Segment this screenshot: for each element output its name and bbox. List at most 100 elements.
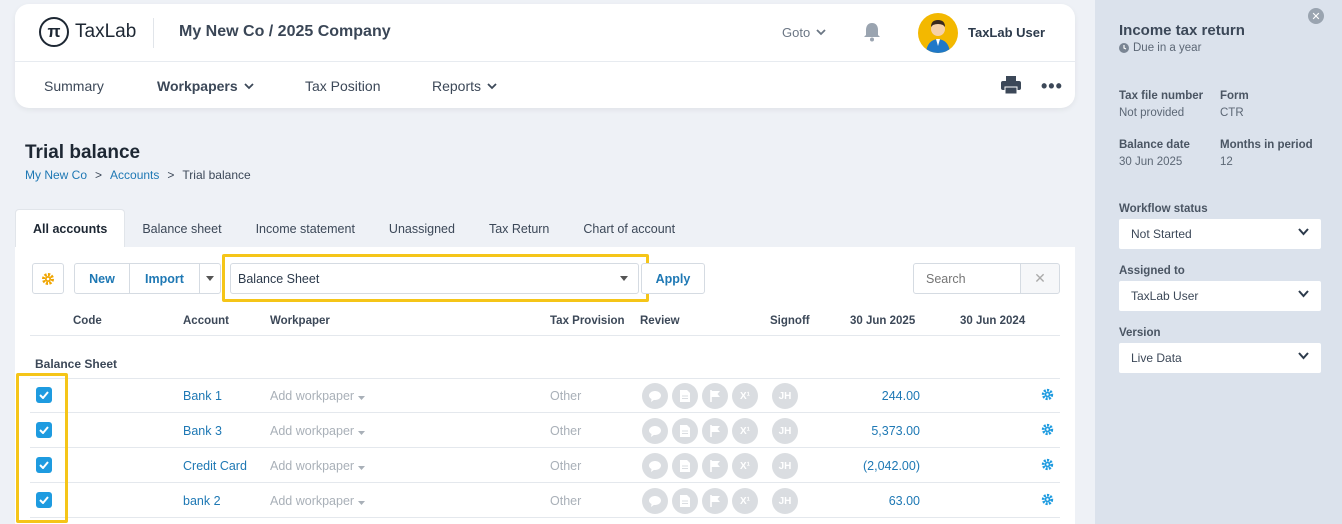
tax-icon[interactable]: X¹ [732,418,758,444]
signoff-badge[interactable]: JH [772,488,798,514]
tax-provision[interactable]: Other [550,389,581,403]
document-icon[interactable] [672,418,698,444]
column-header-workpaper[interactable]: Workpaper [270,315,330,327]
document-icon[interactable] [672,383,698,409]
tab-chart-of-account[interactable]: Chart of account [566,209,692,248]
add-workpaper-label: Add workpaper [270,459,355,473]
account-link[interactable]: Credit Card [183,459,247,473]
tax-icon[interactable]: X¹ [732,453,758,479]
breadcrumb-company[interactable]: My New Co [25,168,87,182]
search-input[interactable] [913,263,1021,294]
comment-icon[interactable] [642,383,668,409]
breadcrumb-accounts[interactable]: Accounts [110,168,159,182]
amount-current-year[interactable]: 63.00 [889,494,920,508]
comment-icon[interactable] [642,488,668,514]
amount-current-year[interactable]: 244.00 [882,389,920,403]
more-options-icon[interactable]: ••• [1041,76,1063,97]
nav-summary[interactable]: Summary [44,78,104,94]
clock-icon [1119,43,1129,53]
gear-icon[interactable] [1041,493,1054,511]
app-logo[interactable]: π TaxLab [39,17,136,47]
username[interactable]: TaxLab User [968,25,1045,40]
goto-menu[interactable]: Goto [782,25,826,40]
add-workpaper-dropdown[interactable]: Add workpaper [270,494,366,508]
add-workpaper-dropdown[interactable]: Add workpaper [270,389,366,403]
new-button[interactable]: New [74,263,130,294]
signoff-badge[interactable]: JH [772,383,798,409]
bell-icon[interactable] [863,22,881,47]
tab-tax-return[interactable]: Tax Return [472,209,566,248]
add-workpaper-dropdown[interactable]: Add workpaper [270,424,366,438]
flag-icon[interactable] [702,453,728,479]
tab-unassigned[interactable]: Unassigned [372,209,472,248]
version-select[interactable]: Live Data [1119,343,1321,373]
amount-current-year[interactable]: 5,373.00 [871,424,920,438]
assigned-select[interactable]: TaxLab User [1119,281,1321,311]
account-link[interactable]: bank 2 [183,494,221,508]
tab-income-statement[interactable]: Income statement [239,209,372,248]
column-header-code[interactable]: Code [73,315,102,327]
document-icon[interactable] [672,453,698,479]
tab-balance-sheet[interactable]: Balance sheet [125,209,238,248]
group-label: Balance Sheet [35,357,118,371]
user-avatar[interactable] [918,13,958,53]
version-label: Version [1119,327,1161,339]
close-icon[interactable]: ✕ [1308,8,1324,24]
printer-icon[interactable] [1001,76,1021,99]
gear-icon[interactable] [1041,423,1054,441]
due-status: Due in a year [1119,42,1201,54]
assigned-label: Assigned to [1119,265,1185,277]
nav-workpapers-label: Workpapers [157,78,238,94]
company-title[interactable]: My New Co / 2025 Company [179,23,391,41]
tax-icon[interactable]: X¹ [732,383,758,409]
account-link[interactable]: Bank 1 [183,389,222,403]
add-workpaper-dropdown[interactable]: Add workpaper [270,459,366,473]
flag-icon[interactable] [702,383,728,409]
settings-button[interactable] [32,263,64,294]
gear-icon [42,272,54,285]
divider [30,335,1060,336]
column-header-prior-year[interactable]: 30 Jun 2024 [960,315,1025,327]
amount-current-year[interactable]: (2,042.00) [863,459,920,473]
comment-icon[interactable] [642,418,668,444]
workflow-select[interactable]: Not Started [1119,219,1321,249]
column-header-current-year[interactable]: 30 Jun 2025 [850,315,915,327]
nav-reports[interactable]: Reports [432,78,497,94]
signoff-badge[interactable]: JH [772,453,798,479]
filter-select[interactable]: Balance Sheet [230,263,639,294]
nav-summary-label: Summary [44,78,104,94]
tax-provision[interactable]: Other [550,424,581,438]
gear-icon[interactable] [1041,388,1054,406]
apply-button[interactable]: Apply [641,263,705,294]
signoff-badge[interactable]: JH [772,418,798,444]
flag-icon[interactable] [702,488,728,514]
tab-all-accounts[interactable]: All accounts [15,209,126,248]
column-header-tax-provision[interactable]: Tax Provision [550,315,625,327]
document-icon[interactable] [672,488,698,514]
caret-down-icon [358,424,366,438]
gear-icon[interactable] [1041,458,1054,476]
flag-icon[interactable] [702,418,728,444]
tax-icon[interactable]: X¹ [732,488,758,514]
import-dropdown-button[interactable] [199,263,221,294]
tax-provision[interactable]: Other [550,494,581,508]
column-header-signoff[interactable]: Signoff [770,315,810,327]
months-value: 12 [1220,156,1233,168]
caret-down-icon [358,389,366,403]
table-row[interactable]: Credit Card Add workpaper Other X¹ JH (2,042.… [15,448,1075,483]
nav-tax-position[interactable]: Tax Position [305,78,380,94]
table-row[interactable]: Bank 1 Add workpaper Other X¹ JH 244.00 [15,378,1075,413]
import-button[interactable]: Import [129,263,200,294]
tax-provision[interactable]: Other [550,459,581,473]
clear-search-button[interactable]: ✕ [1020,263,1060,294]
table-row[interactable]: Bank 3 Add workpaper Other X¹ JH 5,373.00 [15,413,1075,448]
nav-workpapers[interactable]: Workpapers [157,78,254,94]
tax-file-label: Tax file number [1119,90,1204,102]
account-link[interactable]: Bank 3 [183,424,222,438]
breadcrumb-separator: > [167,168,175,182]
table-row[interactable]: bank 2 Add workpaper Other X¹ JH 63.00 [15,483,1075,518]
column-header-account[interactable]: Account [183,315,229,327]
logo-mark: π [39,17,69,47]
column-header-review[interactable]: Review [640,315,680,327]
comment-icon[interactable] [642,453,668,479]
